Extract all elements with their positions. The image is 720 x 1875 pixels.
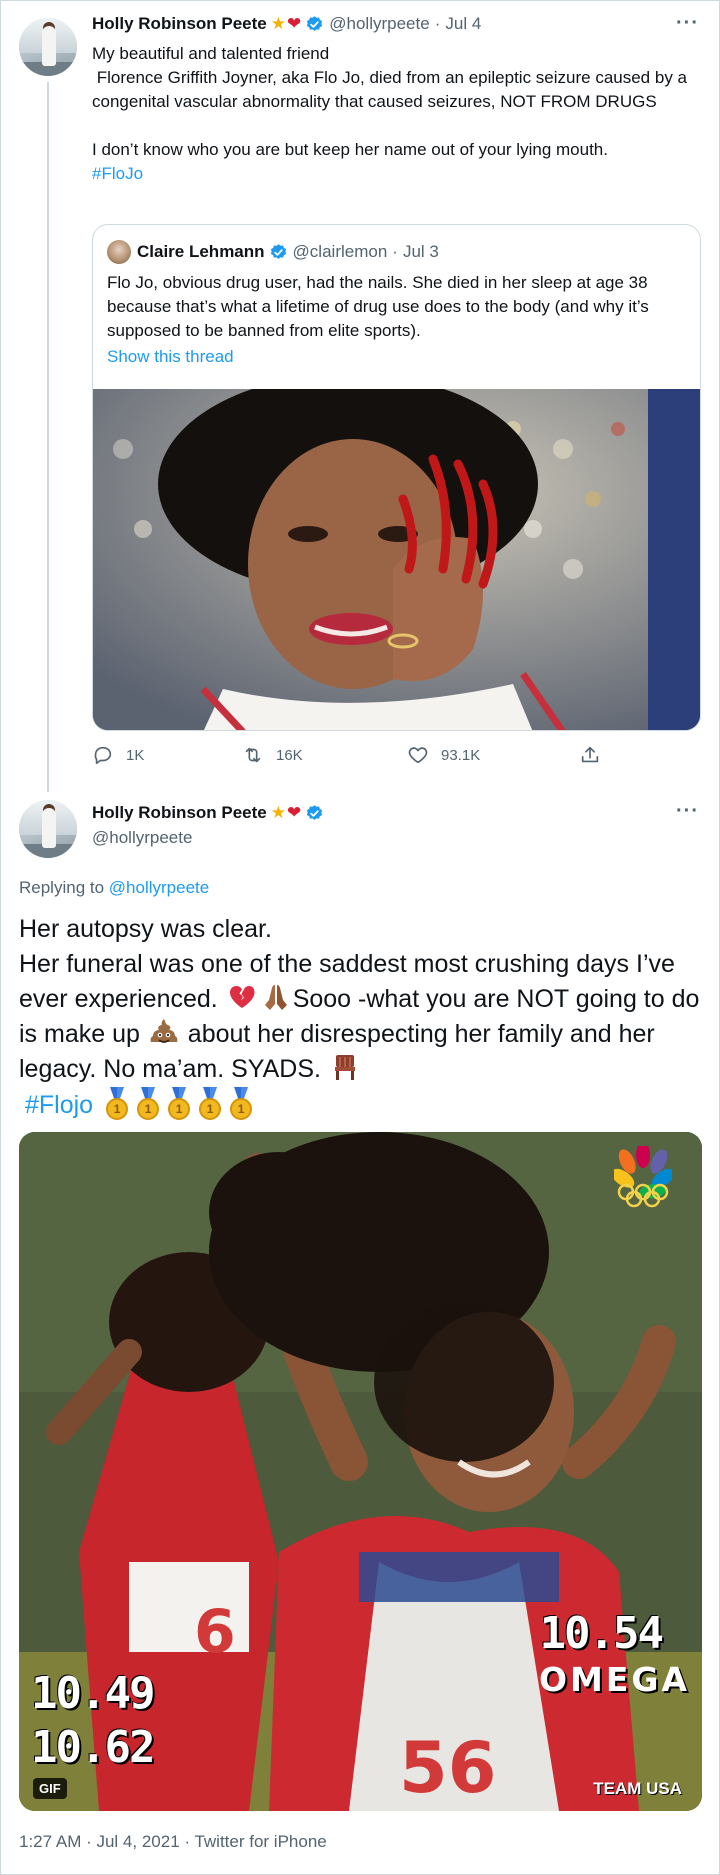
gold-medal-emoji: 1 <box>165 1087 193 1120</box>
author-avatar[interactable] <box>19 18 77 76</box>
tweet1-header: Holly Robinson Peete ★ ❤ @hollyrpeete · … <box>92 14 481 34</box>
svg-text:56: 56 <box>399 1727 496 1809</box>
more-options-icon[interactable]: ··· <box>676 800 699 823</box>
athlete-portrait-image <box>93 389 700 730</box>
quoted-tweet-card[interactable]: Claire Lehmann @clairlemon · Jul 3 Flo J… <box>92 224 701 731</box>
retweet-button[interactable]: 16K <box>242 744 303 766</box>
verified-badge-icon <box>307 804 323 820</box>
race-time-3: 10.54 <box>539 1608 664 1659</box>
verified-badge-icon <box>307 15 323 31</box>
gif-badge[interactable]: GIF <box>33 1778 67 1799</box>
team-usa-overlay: TEAM USA <box>593 1779 682 1798</box>
retweet-icon <box>245 747 261 763</box>
separator-dot: · <box>434 14 441 33</box>
show-thread-link[interactable]: Show this thread <box>107 347 234 367</box>
reply-button[interactable]: 1K <box>92 744 144 766</box>
heart-emoji: ❤ <box>287 803 302 822</box>
like-count: 93.1K <box>441 746 481 764</box>
tweet1-body: My beautiful and talented friend Florenc… <box>92 42 692 186</box>
replying-prefix: Replying to <box>19 878 109 897</box>
hashtag-link[interactable]: #Flojo <box>25 1091 93 1119</box>
tweet-timestamp-source[interactable]: 1:27 AM · Jul 4, 2021 · Twitter for iPho… <box>19 1832 327 1852</box>
author-avatar[interactable] <box>19 800 77 858</box>
star-emoji: ★ <box>270 14 286 33</box>
gold-medal-emoji: 1 <box>227 1087 255 1120</box>
verified-badge-icon <box>270 243 286 259</box>
more-options-icon[interactable]: ··· <box>676 12 699 35</box>
race-time-1: 10.49 <box>31 1668 155 1719</box>
replying-to-handle-link[interactable]: @hollyrpeete <box>109 878 209 897</box>
author-name[interactable]: Holly Robinson Peete <box>92 14 267 34</box>
gold-medal-emoji: 1 <box>103 1087 131 1120</box>
poop-emoji <box>150 1019 178 1043</box>
tweet2-line1: Her autopsy was clear. <box>19 915 272 943</box>
separator-dot: · <box>392 242 398 261</box>
tweet-date[interactable]: Jul 4 <box>445 14 481 34</box>
svg-text:6: 6 <box>194 1597 236 1667</box>
share-icon <box>581 746 599 763</box>
tweet2-body: Her autopsy was clear. Her funeral was o… <box>19 912 709 1123</box>
quoted-tweet-date: Jul 3 <box>402 242 439 261</box>
broken-heart-emoji <box>229 986 255 1008</box>
nbc-olympic-logo <box>614 1146 672 1208</box>
tweet2-gif-media[interactable]: 56 6 10.49 10.62 10.54 OMEGA TEAM USA GI… <box>19 1132 702 1811</box>
author-handle[interactable]: @hollyrpeete <box>92 828 192 848</box>
heart-emoji: ❤ <box>287 14 302 33</box>
like-button[interactable]: 93.1K <box>407 744 480 766</box>
star-emoji: ★ <box>270 803 286 822</box>
reply-count: 1K <box>126 746 145 764</box>
reply-icon <box>94 746 112 765</box>
like-icon <box>408 747 428 764</box>
tweet1-text: My beautiful and talented friend Florenc… <box>92 44 687 159</box>
chair-emoji <box>334 1055 355 1080</box>
praying-hands-emoji <box>264 985 287 1010</box>
quoted-author-name: Claire Lehmann <box>137 242 265 261</box>
share-button[interactable] <box>579 744 613 766</box>
author-handle[interactable]: @hollyrpeete <box>329 14 429 34</box>
quoted-tweet-text: Flo Jo, obvious drug user, had the nails… <box>107 273 649 340</box>
quoted-tweet-header: Claire Lehmann @clairlemon · Jul 3 <box>107 240 439 264</box>
gold-medal-emoji: 1 <box>134 1087 162 1120</box>
tweet1-action-bar: 1K 16K 93.1K <box>92 744 612 770</box>
quoted-tweet-photo[interactable] <box>93 389 700 730</box>
quoted-author-avatar <box>107 240 131 264</box>
tweet2-header: Holly Robinson Peete ★ ❤ <box>92 803 324 823</box>
gold-medal-emoji: 1 <box>196 1087 224 1120</box>
replying-to-line: Replying to @hollyrpeete <box>19 878 209 898</box>
hashtag-link[interactable]: #FloJo <box>92 164 143 183</box>
author-name[interactable]: Holly Robinson Peete <box>92 803 267 823</box>
thread-connector-line <box>47 82 49 792</box>
omega-brand-overlay: OMEGA <box>538 1660 690 1699</box>
race-time-2: 10.62 <box>31 1722 155 1773</box>
retweet-count: 16K <box>276 746 303 764</box>
quoted-author-handle: @clairlemon <box>292 242 388 261</box>
